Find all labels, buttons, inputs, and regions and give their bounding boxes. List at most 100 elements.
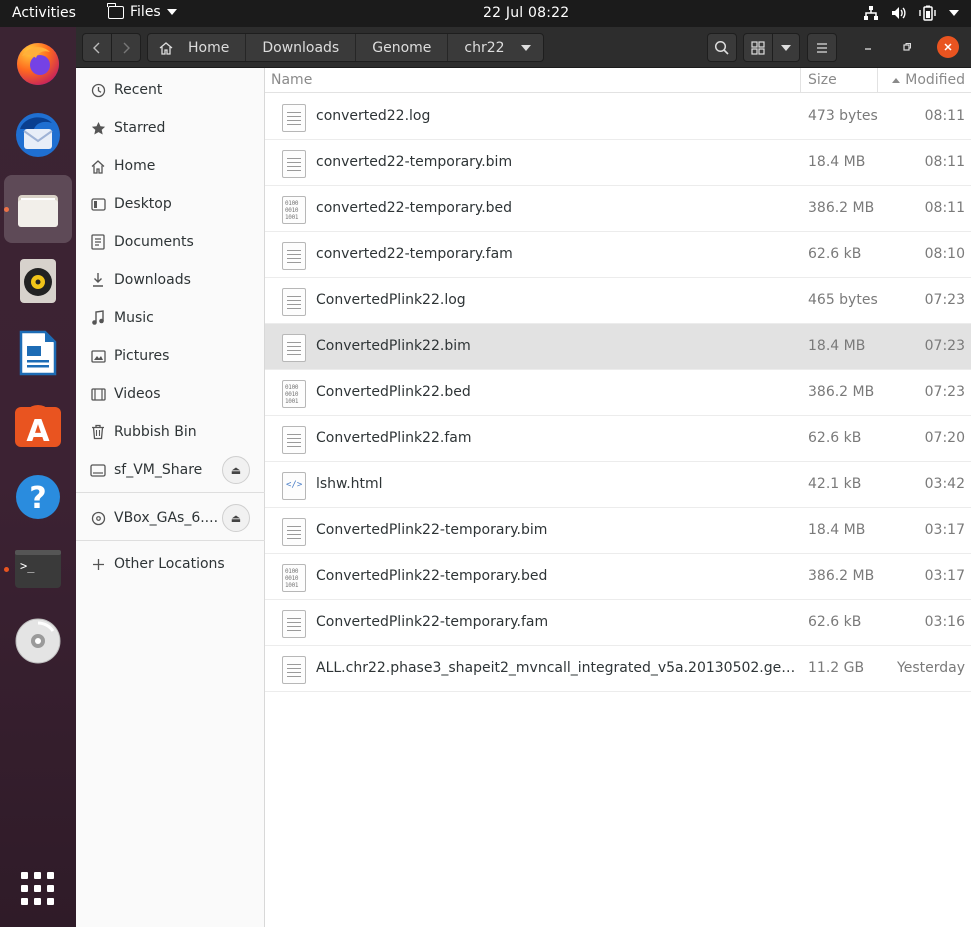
- sidebar-item-starred[interactable]: Starred: [76, 111, 265, 145]
- dvd-icon[interactable]: [4, 607, 72, 675]
- breadcrumb-chr22[interactable]: chr22: [448, 34, 542, 61]
- view-options-button[interactable]: [772, 33, 800, 62]
- column-size[interactable]: Size: [808, 72, 837, 88]
- file-name: converted22-temporary.bed: [316, 200, 513, 216]
- file-name: converted22-temporary.bim: [316, 154, 513, 170]
- file-modified: 08:11: [924, 108, 965, 124]
- file-size: 11.2 GB: [808, 660, 865, 676]
- sidebar-item-music[interactable]: Music: [76, 301, 265, 335]
- system-tray[interactable]: [863, 5, 959, 21]
- text-file-icon: [282, 242, 306, 270]
- table-row[interactable]: converted22-temporary.fam 62.6 kB 08:10: [265, 232, 971, 278]
- files-window: Home Downloads Genome chr22 Recent Starr…: [76, 27, 971, 927]
- table-row[interactable]: </> lshw.html 42.1 kB 03:42: [265, 462, 971, 508]
- sidebar-item-other-locations[interactable]: Other Locations: [76, 547, 265, 581]
- column-modified[interactable]: Modified: [892, 72, 965, 88]
- binary-file-icon: 0100 0010 1001: [282, 196, 306, 224]
- sidebar-item-videos[interactable]: Videos: [76, 377, 265, 411]
- star-icon: [90, 120, 106, 136]
- ubuntu-software-icon[interactable]: A: [4, 391, 72, 459]
- file-name: ConvertedPlink22.bed: [316, 384, 471, 400]
- file-size: 18.4 MB: [808, 154, 866, 170]
- breadcrumb-genome[interactable]: Genome: [356, 34, 449, 61]
- table-row[interactable]: converted22.log 473 bytes 08:11: [265, 94, 971, 140]
- app-menu-label: Files: [130, 4, 161, 20]
- svg-text:>_: >_: [20, 559, 35, 573]
- file-name: ConvertedPlink22-temporary.fam: [316, 614, 549, 630]
- file-size: 386.2 MB: [808, 568, 875, 584]
- table-row[interactable]: 0100 0010 1001 ConvertedPlink22-temporary.b…: [265, 554, 971, 600]
- sidebar-item-label: Downloads: [114, 272, 191, 288]
- file-name: ConvertedPlink22.log: [316, 292, 466, 308]
- text-file-icon: [282, 610, 306, 638]
- file-modified: Yesterday: [897, 660, 965, 676]
- file-size: 18.4 MB: [808, 338, 866, 354]
- table-row[interactable]: ConvertedPlink22-temporary.fam 62.6 kB 03:…: [265, 600, 971, 646]
- table-row[interactable]: 0100 0010 1001 converted22-temporary.bed 386…: [265, 186, 971, 232]
- table-row[interactable]: ALL.chr22.phase3_shapeit2_mvncall_integr…: [265, 646, 971, 692]
- sidebar-item-label: Documents: [114, 234, 194, 250]
- eject-button[interactable]: ⏏: [222, 456, 250, 484]
- text-file-icon: [282, 656, 306, 684]
- terminal-icon[interactable]: >_: [4, 535, 72, 603]
- file-modified: 08:10: [924, 246, 965, 262]
- files-icon[interactable]: [4, 175, 72, 243]
- back-button[interactable]: [82, 33, 112, 62]
- sidebar-item-desktop[interactable]: Desktop: [76, 187, 265, 221]
- sidebar-item-documents[interactable]: Documents: [76, 225, 265, 259]
- file-modified: 03:16: [924, 614, 965, 630]
- chevron-left-icon: [93, 42, 100, 53]
- breadcrumb-downloads[interactable]: Downloads: [246, 34, 357, 61]
- minimize-icon: [865, 48, 871, 50]
- sidebar-item-recent[interactable]: Recent: [76, 73, 265, 107]
- app-menu[interactable]: Files: [107, 2, 177, 20]
- plus-icon: [90, 556, 106, 572]
- home-icon: [90, 158, 106, 174]
- thunderbird-icon[interactable]: [4, 101, 72, 169]
- file-modified: 03:17: [924, 568, 965, 584]
- table-row[interactable]: ConvertedPlink22.bim 18.4 MB 07:23: [265, 324, 971, 370]
- libreoffice-writer-icon[interactable]: [4, 319, 72, 387]
- rhythmbox-icon[interactable]: [4, 247, 72, 315]
- file-modified: 07:20: [924, 430, 965, 446]
- breadcrumb-home[interactable]: Home: [148, 34, 247, 61]
- help-icon[interactable]: ?: [4, 463, 72, 531]
- places-sidebar: Recent Starred Home Desktop Documents Do…: [76, 68, 265, 927]
- clock[interactable]: 22 Jul 08:22: [483, 5, 569, 21]
- sort-ascending-icon: [892, 77, 901, 83]
- eject-button[interactable]: ⏏: [222, 504, 250, 532]
- table-row[interactable]: ConvertedPlink22.fam 62.6 kB 07:20: [265, 416, 971, 462]
- folder-icon: [107, 2, 124, 19]
- table-row[interactable]: converted22-temporary.bim 18.4 MB 08:11: [265, 140, 971, 186]
- file-list: Name Size Modified converted22.log 473 by…: [265, 68, 971, 927]
- close-button[interactable]: [937, 36, 959, 58]
- file-name: converted22-temporary.fam: [316, 246, 513, 262]
- column-name[interactable]: Name: [271, 72, 312, 88]
- view-grid-button[interactable]: [743, 33, 773, 62]
- maximize-button[interactable]: [896, 36, 918, 58]
- text-file-icon: [282, 334, 306, 362]
- sidebar-item-pictures[interactable]: Pictures: [76, 339, 265, 373]
- forward-button[interactable]: [111, 33, 141, 62]
- eject-icon: ⏏: [230, 463, 242, 477]
- sidebar-item-downloads[interactable]: Downloads: [76, 263, 265, 297]
- table-row[interactable]: ConvertedPlink22-temporary.bim 18.4 MB 03:…: [265, 508, 971, 554]
- file-name: ConvertedPlink22-temporary.bed: [316, 568, 548, 584]
- menu-button[interactable]: [807, 33, 837, 62]
- table-row[interactable]: 0100 0010 1001 ConvertedPlink22.bed 386.2 MB…: [265, 370, 971, 416]
- chevron-down-icon: [166, 9, 177, 15]
- drive-icon: [90, 462, 106, 478]
- sidebar-item-label: Home: [114, 158, 156, 174]
- activities-button[interactable]: Activities: [12, 5, 76, 21]
- table-row[interactable]: ConvertedPlink22.log 465 bytes 07:23: [265, 278, 971, 324]
- sidebar-item-rubbish-bin[interactable]: Rubbish Bin: [76, 415, 265, 449]
- show-applications-icon[interactable]: [21, 872, 55, 906]
- music-icon: [90, 310, 106, 326]
- firefox-icon[interactable]: [4, 29, 72, 97]
- picture-icon: [90, 348, 106, 364]
- file-size: 18.4 MB: [808, 522, 866, 538]
- file-modified: 08:11: [924, 200, 965, 216]
- search-button[interactable]: [707, 33, 737, 62]
- sidebar-item-home[interactable]: Home: [76, 149, 265, 183]
- minimize-button[interactable]: [857, 36, 879, 58]
